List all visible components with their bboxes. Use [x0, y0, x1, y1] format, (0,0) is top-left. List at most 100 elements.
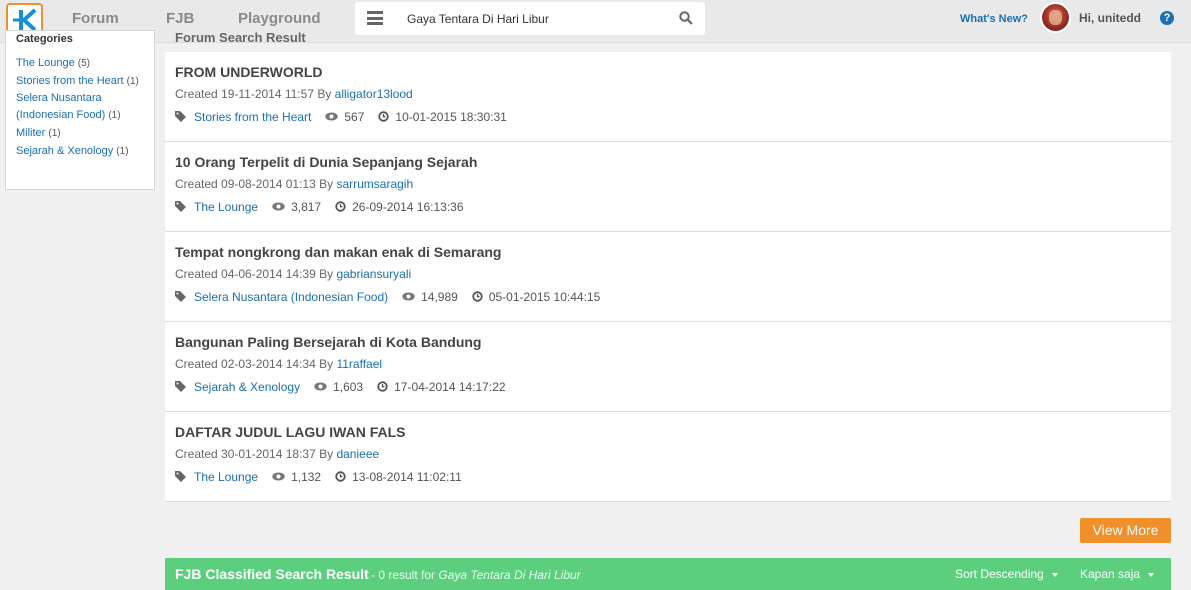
help-icon[interactable]: ? — [1160, 11, 1174, 25]
clock-icon — [335, 471, 346, 482]
tag-icon — [175, 111, 186, 122]
category-link[interactable]: The Lounge — [16, 57, 75, 69]
fjb-query-text: Gaya Tentara Di Hari Libur — [438, 568, 581, 582]
eye-icon — [314, 382, 327, 391]
thread-card: Bangunan Paling Bersejarah di Kota Bandu… — [165, 322, 1171, 412]
views-stat: 3,817 — [272, 200, 321, 214]
views-stat: 14,989 — [402, 290, 458, 304]
category-count: (5) — [77, 58, 91, 69]
avatar[interactable] — [1040, 2, 1071, 33]
last-post-stat: 10-01-2015 18:30:31 — [378, 109, 507, 124]
hamburger-menu-icon[interactable] — [367, 11, 383, 25]
thread-title-link[interactable]: Tempat nongkrong dan makan enak di Semar… — [175, 244, 1161, 263]
time-range-label: Kapan saja — [1080, 567, 1141, 581]
views-stat: 1,132 — [272, 470, 321, 484]
thread-stats: The Lounge 3,817 26-09-2014 16:13:36 — [175, 198, 1161, 215]
views-count: 1,603 — [333, 379, 364, 394]
tag-icon — [175, 381, 186, 392]
fjb-results-summary: - 0 result for Gaya Tentara Di Hari Libu… — [371, 568, 581, 582]
category-link[interactable]: Selera Nusantara (Indonesian Food) — [194, 290, 388, 304]
thread-card: FROM UNDERWORLD Created 19-11-2014 11:57… — [165, 52, 1171, 142]
last-post-time: 10-01-2015 18:30:31 — [395, 109, 507, 124]
author-link[interactable]: 11raffael — [336, 357, 382, 371]
search-icon[interactable] — [679, 11, 693, 25]
eye-icon — [402, 292, 415, 301]
category-link[interactable]: Stories from the Heart — [194, 110, 311, 124]
search-bar — [355, 2, 705, 35]
eye-icon — [272, 202, 285, 211]
fjb-results-title: FJB Classified Search Result — [175, 566, 369, 582]
thread-card: Tempat nongkrong dan makan enak di Semar… — [165, 232, 1171, 322]
thread-meta: Created 30-01-2014 18:37 By danieee — [175, 447, 1161, 464]
views-count: 14,989 — [421, 289, 458, 304]
views-count: 1,132 — [291, 469, 322, 484]
thread-meta: Created 04-06-2014 14:39 By gabriansurya… — [175, 267, 1161, 284]
last-post-time: 05-01-2015 10:44:15 — [488, 289, 601, 304]
category-count: (1) — [126, 75, 139, 87]
nav-fjb-link[interactable]: FJB — [166, 10, 194, 27]
thread-card: 10 Orang Terpelit di Dunia Sepanjang Sej… — [165, 142, 1171, 232]
author-link[interactable]: alligator13lood — [335, 87, 413, 101]
view-more-button[interactable]: View More — [1080, 518, 1171, 543]
created-text: Created 04-06-2014 14:39 By — [175, 267, 334, 281]
clock-icon — [335, 201, 346, 212]
thread-title-link[interactable]: FROM UNDERWORLD — [175, 64, 1161, 83]
thread-results-list: FROM UNDERWORLD Created 19-11-2014 11:57… — [165, 52, 1171, 502]
thread-title-link[interactable]: Bangunan Paling Bersejarah di Kota Bandu… — [175, 334, 1161, 353]
created-text: Created 02-03-2014 14:34 By — [175, 357, 334, 371]
fjb-result-count: - 0 result for — [371, 568, 436, 582]
caret-down-icon — [1051, 572, 1058, 577]
category-link[interactable]: The Lounge — [194, 470, 258, 484]
category-link[interactable]: Selera Nusantara (Indonesian Food) — [16, 92, 105, 121]
category-link[interactable]: Sejarah & Xenology — [16, 145, 113, 157]
last-post-stat: 13-08-2014 11:02:11 — [335, 470, 462, 484]
category-link[interactable]: The Lounge — [194, 200, 258, 214]
sort-order-dropdown[interactable]: Sort Descending — [955, 567, 1058, 581]
created-text: Created 09-08-2014 01:13 By — [175, 177, 334, 191]
category-count: (1) — [116, 145, 129, 157]
search-input[interactable] — [399, 2, 669, 35]
forum-results-heading: Forum Search Result — [175, 30, 306, 45]
last-post-time: 13-08-2014 11:02:11 — [352, 469, 462, 484]
category-count: (1) — [108, 110, 121, 122]
last-post-stat: 17-04-2014 14:17:22 — [377, 379, 506, 394]
author-link[interactable]: sarrumsaragih — [336, 177, 413, 191]
nav-forum-link[interactable]: Forum — [72, 10, 119, 27]
tag-icon — [175, 201, 186, 212]
thread-stats: Stories from the Heart 567 10-01-2015 18… — [175, 108, 1161, 125]
last-post-time: 17-04-2014 14:17:22 — [394, 379, 506, 394]
thread-meta: Created 19-11-2014 11:57 By alligator13l… — [175, 87, 1161, 104]
thread-stats: Selera Nusantara (Indonesian Food) 14,98… — [175, 288, 1161, 305]
whats-new-link[interactable]: What's New? — [960, 13, 1028, 25]
thread-stats: Sejarah & Xenology 1,603 17-04-2014 14:1… — [175, 378, 1161, 395]
category-link[interactable]: Sejarah & Xenology — [194, 380, 300, 394]
last-post-stat: 26-09-2014 16:13:36 — [335, 200, 464, 214]
fjb-results-bar: FJB Classified Search Result - 0 result … — [165, 558, 1171, 590]
categories-title: Categories — [16, 33, 73, 45]
category-count: (1) — [48, 127, 61, 139]
caret-down-icon — [1148, 572, 1155, 577]
sort-order-label: Sort Descending — [955, 567, 1044, 581]
category-link[interactable]: Militer — [16, 127, 45, 139]
eye-icon — [272, 472, 285, 481]
category-link[interactable]: Stories from the Heart — [16, 75, 124, 87]
time-range-dropdown[interactable]: Kapan saja — [1080, 567, 1155, 581]
views-stat: 567 — [325, 110, 364, 124]
category-item: Stories from the Heart (1) — [16, 73, 148, 91]
author-link[interactable]: gabriansuryali — [336, 267, 411, 281]
clock-icon — [378, 111, 390, 122]
views-count: 567 — [344, 109, 365, 124]
thread-stats: The Lounge 1,132 13-08-2014 11:02:11 — [175, 468, 1161, 485]
clock-icon — [377, 381, 388, 392]
created-text: Created 19-11-2014 11:57 By — [175, 87, 332, 101]
thread-title-link[interactable]: DAFTAR JUDUL LAGU IWAN FALS — [175, 424, 1161, 443]
tag-icon — [175, 291, 186, 302]
thread-title-link[interactable]: 10 Orang Terpelit di Dunia Sepanjang Sej… — [175, 154, 1161, 173]
views-stat: 1,603 — [314, 380, 363, 394]
user-greeting[interactable]: Hi, unitedd — [1079, 11, 1141, 25]
author-link[interactable]: danieee — [336, 447, 379, 461]
created-text: Created 30-01-2014 18:37 By — [175, 447, 334, 461]
category-list: The Lounge (5) Stories from the Heart (1… — [16, 55, 148, 160]
nav-playground-link[interactable]: Playground — [238, 10, 321, 27]
category-item: The Lounge (5) — [16, 55, 148, 73]
